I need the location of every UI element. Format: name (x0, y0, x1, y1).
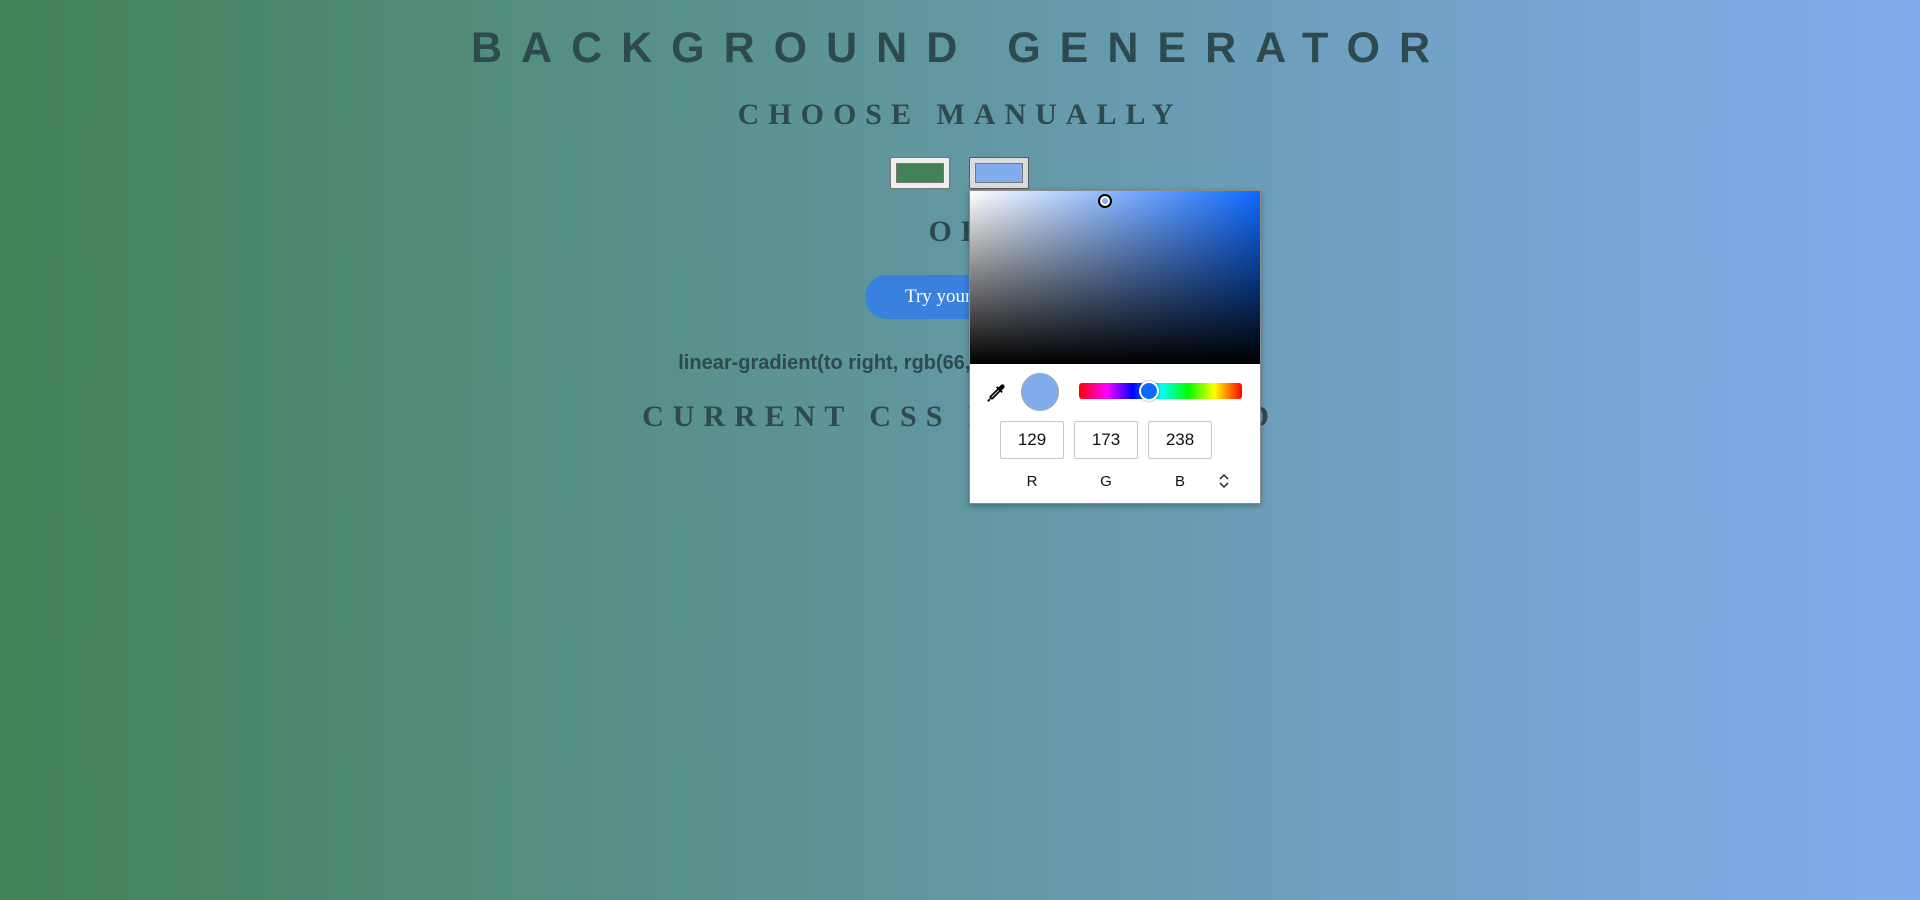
green-channel-input[interactable] (1074, 421, 1138, 459)
hue-slider[interactable] (1079, 381, 1242, 401)
eyedropper-icon[interactable] (985, 382, 1007, 404)
color-input-2[interactable] (969, 157, 1029, 189)
color-input-1[interactable] (890, 157, 950, 189)
red-channel-label: R (1026, 473, 1038, 490)
color-picker-popup: R G B (969, 190, 1261, 504)
page-title: BACKGROUND GENERATOR (470, 24, 1450, 72)
hue-slider-handle[interactable] (1139, 381, 1160, 401)
green-channel-label: G (1100, 473, 1112, 490)
color-input-1-swatch (896, 163, 944, 183)
saturation-handle[interactable] (1098, 194, 1112, 208)
saturation-value-area[interactable] (970, 191, 1260, 364)
selected-color-preview (1021, 373, 1059, 411)
choose-manually-heading: CHOOSE MANUALLY (737, 98, 1183, 131)
blue-channel-label: B (1174, 473, 1185, 490)
blue-channel-input[interactable] (1148, 421, 1212, 459)
current-css-heading: CURRENT CSS BACKGROUND (642, 400, 1278, 433)
or-heading: OR (928, 215, 992, 248)
color-input-2-swatch (975, 163, 1023, 183)
chevron-up-down-icon[interactable] (1216, 471, 1232, 491)
css-output-text: linear-gradient(to right, rgb(66, 130, 8… (678, 352, 1242, 374)
red-channel-input[interactable] (1000, 421, 1064, 459)
